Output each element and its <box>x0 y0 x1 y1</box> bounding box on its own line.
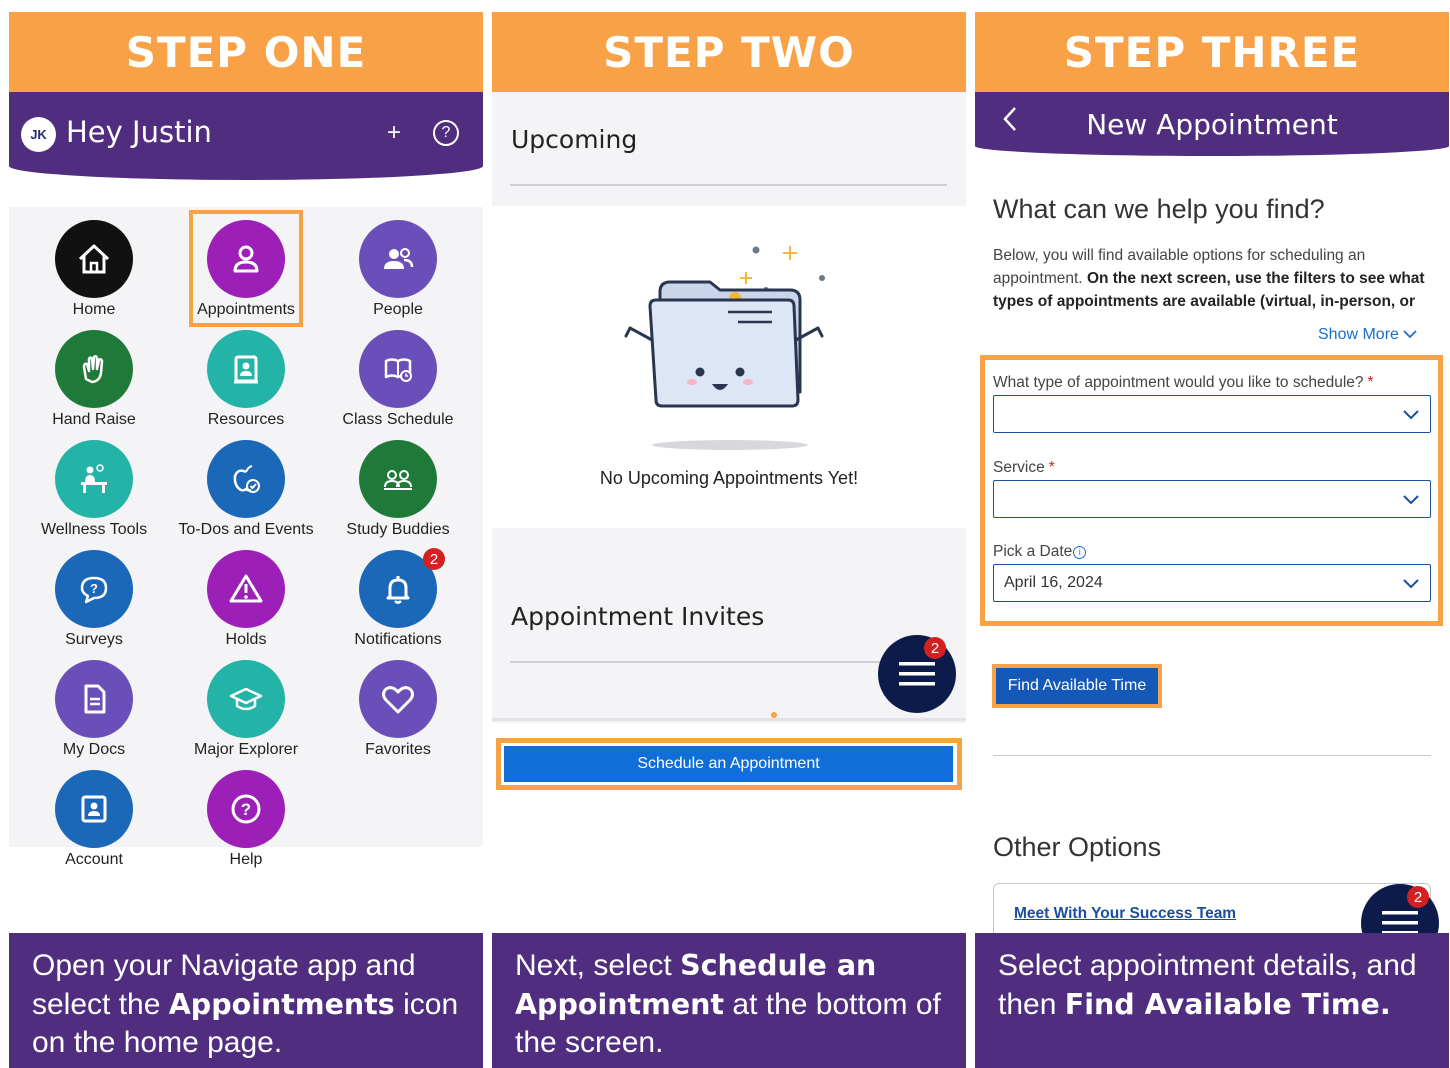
other-options-title: Other Options <box>993 832 1162 862</box>
step-three-heading: STEP THREE <box>975 12 1449 92</box>
tile-resources[interactable]: Resources <box>170 330 322 436</box>
empty-message: No Upcoming Appointments Yet! <box>599 468 859 488</box>
tile-my-docs[interactable]: My Docs <box>18 660 170 766</box>
add-button[interactable]: + <box>387 119 401 147</box>
invites-title: Appointment Invites <box>511 602 765 631</box>
hand-raise-icon <box>55 330 133 408</box>
step-two-panel: STEP TWO Upcoming No Upcoming Appointmen… <box>492 12 966 1068</box>
wellness-icon <box>55 440 133 518</box>
divider <box>492 718 966 721</box>
step-two-heading: STEP TWO <box>492 12 966 92</box>
heart-icon <box>359 660 437 738</box>
resources-icon <box>207 330 285 408</box>
svg-text:?: ? <box>241 800 251 819</box>
tile-home[interactable]: Home <box>18 220 170 326</box>
tile-label: Major Explorer <box>193 741 299 758</box>
tile-holds[interactable]: Holds <box>170 550 322 656</box>
account-icon <box>55 770 133 848</box>
tile-label: Favorites <box>365 741 431 758</box>
tile-label: Help <box>229 851 263 868</box>
illustration-shadow <box>652 440 808 450</box>
new-appointment-header: New Appointment <box>975 92 1449 156</box>
tile-favorites[interactable]: Favorites <box>322 660 474 766</box>
upcoming-title: Upcoming <box>511 125 638 154</box>
graduation-cap-icon <box>207 660 285 738</box>
tile-people[interactable]: People <box>322 220 474 326</box>
step-one-heading: STEP ONE <box>9 12 483 92</box>
find-available-time-button[interactable]: Find Available Time <box>996 668 1158 704</box>
greeting: Hey Justin <box>66 115 212 149</box>
people-icon <box>359 220 437 298</box>
help-icon[interactable]: ? <box>433 120 459 146</box>
tile-label: Hand Raise <box>52 411 136 428</box>
divider <box>510 661 890 663</box>
chevron-down-icon <box>1403 330 1418 339</box>
warning-icon <box>207 550 285 628</box>
tile-notifications[interactable]: 2 Notifications <box>322 548 474 656</box>
tile-label: Surveys <box>65 631 123 648</box>
show-more-link[interactable]: Show More <box>1318 326 1418 344</box>
hamburger-icon <box>899 662 935 686</box>
tile-label: My Docs <box>62 741 126 758</box>
tile-label: Home <box>72 301 116 318</box>
tile-hand-raise[interactable]: Hand Raise <box>18 330 170 436</box>
tile-class-schedule[interactable]: Class Schedule <box>322 330 474 436</box>
document-icon <box>55 660 133 738</box>
step-three-panel: STEP THREE New Appointment What can we h… <box>975 12 1449 1068</box>
tile-label: People <box>373 301 423 318</box>
tile-label: Resources <box>207 411 285 428</box>
step-two-caption: Next, select Schedule an Appointment at … <box>492 933 966 1068</box>
tile-label: To-Dos and Events <box>178 521 314 538</box>
appointments-highlight <box>189 210 303 327</box>
form-highlight <box>980 355 1443 626</box>
step-three-caption: Select appointment details, and then Fin… <box>975 933 1449 1068</box>
empty-folder-illustration <box>624 246 825 408</box>
tile-label: Class Schedule <box>342 411 454 428</box>
schedule-appointment-button[interactable]: Schedule an Appointment <box>504 746 953 782</box>
tile-surveys[interactable]: ? Surveys <box>18 550 170 656</box>
tile-account[interactable]: Account <box>18 770 170 876</box>
tile-label: Holds <box>225 631 267 648</box>
study-buddies-icon <box>359 440 437 518</box>
help-icon: ? <box>207 770 285 848</box>
page-title: New Appointment <box>1086 108 1338 141</box>
tile-label: Account <box>65 851 123 868</box>
class-schedule-icon <box>359 330 437 408</box>
step-one-caption: Open your Navigate app and select the Ap… <box>9 933 483 1068</box>
menu-fab[interactable]: 2 <box>878 635 956 713</box>
divider <box>993 755 1431 756</box>
caption-bold: Find Available Time. <box>1064 987 1391 1021</box>
step-one-panel: STEP ONE JK Hey Justin + ? Home Appointm… <box>9 12 483 1068</box>
show-more-label: Show More <box>1318 326 1399 343</box>
tile-label: Wellness Tools <box>40 521 148 538</box>
svg-text:?: ? <box>90 581 98 596</box>
tile-wellness-tools[interactable]: Wellness Tools <box>18 440 170 546</box>
home-header: JK Hey Justin + ? <box>9 92 483 180</box>
divider <box>510 184 947 186</box>
tile-label: Notifications <box>354 631 442 648</box>
menu-badge: 2 <box>924 637 946 659</box>
tile-study-buddies[interactable]: Study Buddies <box>322 440 474 546</box>
tile-major-explorer[interactable]: Major Explorer <box>170 660 322 766</box>
loading-dot <box>771 712 777 718</box>
caption-text: Next, select <box>515 949 681 982</box>
surveys-icon: ? <box>55 550 133 628</box>
tile-help[interactable]: ? Help <box>170 770 322 876</box>
home-icon <box>55 220 133 298</box>
caption-bold: Appointments <box>168 987 395 1021</box>
notification-badge: 2 <box>423 548 445 570</box>
todo-apple-icon <box>207 440 285 518</box>
success-team-link[interactable]: Meet With Your Success Team <box>1014 905 1236 923</box>
tile-todos-events[interactable]: To-Dos and Events <box>170 440 322 546</box>
tile-label: Study Buddies <box>346 521 450 538</box>
menu-badge: 2 <box>1407 886 1429 908</box>
description: Below, you will find available options f… <box>993 244 1433 319</box>
avatar[interactable]: JK <box>21 117 56 152</box>
help-question: What can we help you find? <box>993 194 1325 224</box>
